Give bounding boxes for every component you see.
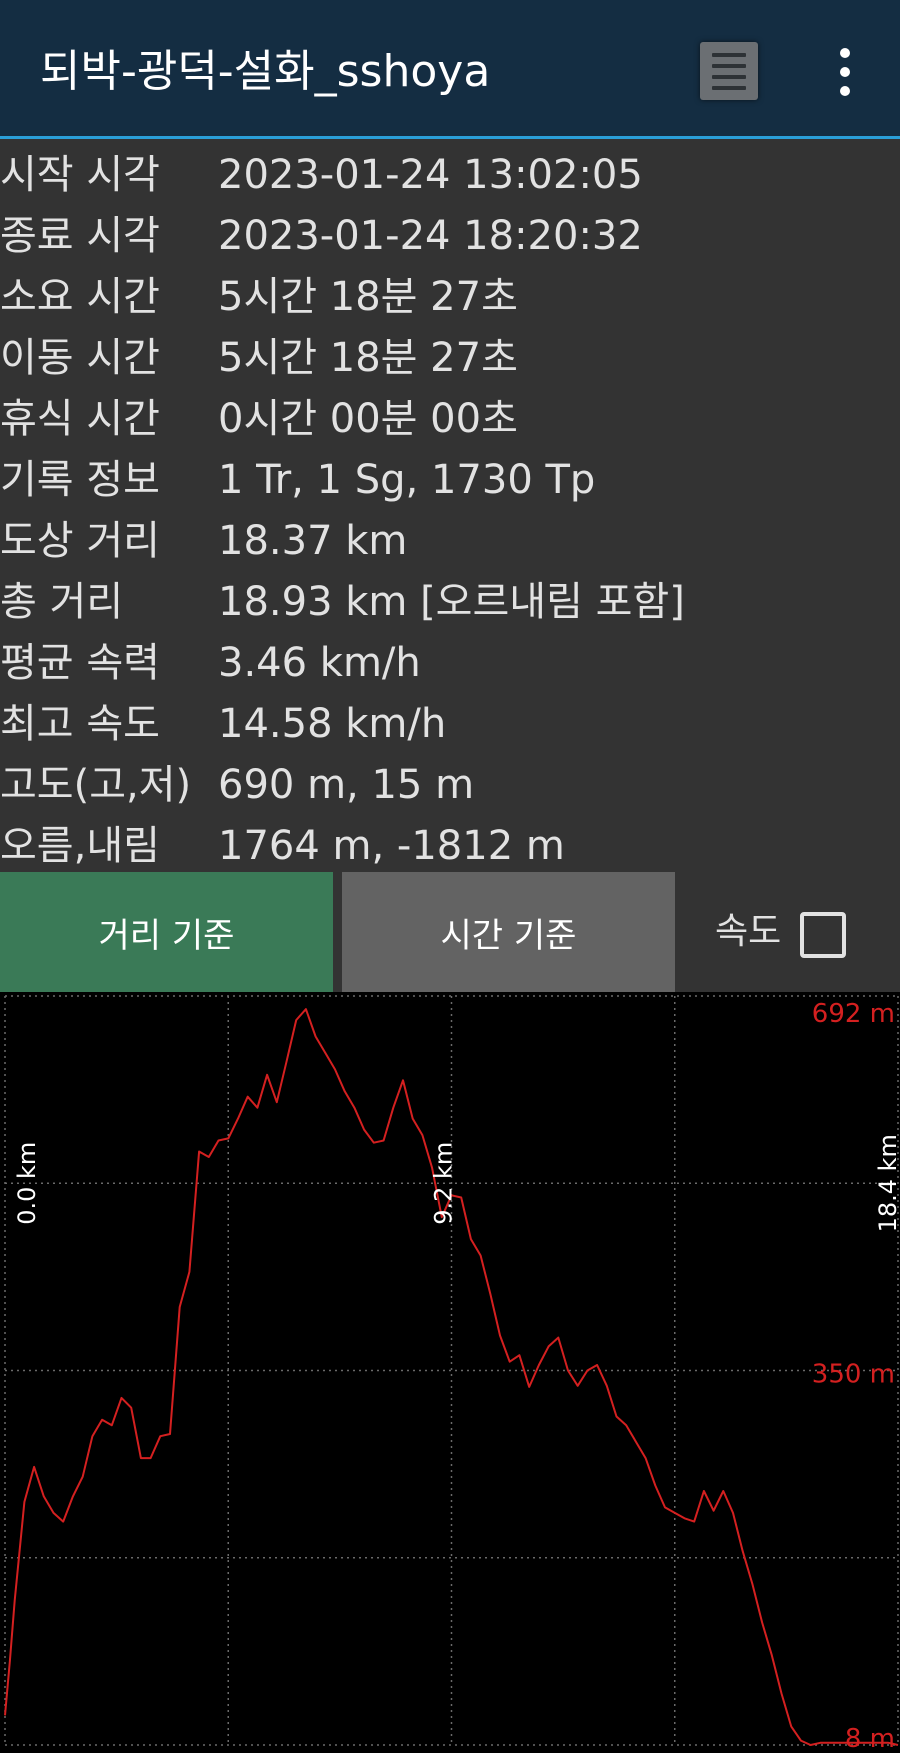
- elevation-chart-svg: 692 m 350 m 8 m 0.0 km 9.2 km 18.4 km: [4, 995, 900, 1753]
- stat-value: 690 m, 15 m: [218, 762, 475, 808]
- stat-altitude: 고도(고,저) 690 m, 15 m: [0, 755, 900, 816]
- speed-checkbox[interactable]: [800, 912, 846, 958]
- stat-label: 휴식 시간: [0, 396, 160, 442]
- x-tick-label: 18.4 km: [874, 1134, 900, 1232]
- stat-value: 1764 m, -1812 m: [218, 823, 565, 869]
- stat-map-distance: 도상 거리 18.37 km: [0, 511, 900, 572]
- y-tick-label: 692 m: [812, 999, 895, 1029]
- stat-label: 이동 시간: [0, 335, 160, 381]
- app-bar: 되박-광덕-설화_sshoya: [0, 0, 900, 139]
- stat-duration: 소요 시간 5시간 18분 27초: [0, 267, 900, 328]
- stat-value: 5시간 18분 27초: [218, 274, 518, 320]
- stat-moving-time: 이동 시간 5시간 18분 27초: [0, 328, 900, 389]
- stat-end-time: 종료 시각 2023-01-24 18:20:32: [0, 206, 900, 267]
- speed-toggle[interactable]: 속도: [700, 872, 900, 992]
- distance-mode-button[interactable]: 거리 기준: [0, 872, 333, 992]
- stat-value: 1 Tr, 1 Sg, 1730 Tp: [218, 457, 596, 503]
- stat-ascent-descent: 오름,내림 1764 m, -1812 m: [0, 816, 900, 877]
- stat-label: 평균 속력: [0, 640, 160, 686]
- track-stats: 시작 시각 2023-01-24 13:02:05 종료 시각 2023-01-24…: [0, 145, 900, 877]
- x-tick-label: 0.0 km: [13, 1142, 41, 1225]
- stat-value: 0시간 00분 00초: [218, 396, 518, 442]
- stat-value: 2023-01-24 18:20:32: [218, 213, 643, 259]
- more-vert-icon[interactable]: [830, 48, 860, 96]
- y-tick-label: 8 m: [845, 1724, 895, 1753]
- stat-value: 14.58 km/h: [218, 701, 447, 747]
- stat-total-distance: 총 거리 18.93 km [오르내림 포함]: [0, 572, 900, 633]
- stat-label: 오름,내림: [0, 823, 160, 869]
- stat-label: 소요 시간: [0, 274, 160, 320]
- stat-record-info: 기록 정보 1 Tr, 1 Sg, 1730 Tp: [0, 450, 900, 511]
- stat-start-time: 시작 시각 2023-01-24 13:02:05: [0, 145, 900, 206]
- stat-label: 고도(고,저): [0, 762, 192, 808]
- stat-label: 도상 거리: [0, 518, 160, 564]
- stat-rest-time: 휴식 시간 0시간 00분 00초: [0, 389, 900, 450]
- stat-label: 종료 시각: [0, 213, 160, 259]
- stat-label: 총 거리: [0, 579, 124, 625]
- stat-value: 2023-01-24 13:02:05: [218, 152, 643, 198]
- speed-label: 속도: [715, 911, 782, 952]
- stat-value: 18.93 km [오르내림 포함]: [218, 579, 685, 625]
- track-title: 되박-광덕-설화_sshoya: [40, 46, 491, 97]
- elevation-line: [4, 1008, 899, 1746]
- stat-max-speed: 최고 속도 14.58 km/h: [0, 694, 900, 755]
- stat-label: 기록 정보: [0, 457, 160, 503]
- stat-label: 시작 시각: [0, 152, 160, 198]
- y-tick-label: 350 m: [812, 1360, 895, 1390]
- x-tick-label: 9.2 km: [430, 1142, 458, 1225]
- list-icon[interactable]: [700, 42, 758, 100]
- elevation-chart: 692 m 350 m 8 m 0.0 km 9.2 km 18.4 km: [0, 992, 900, 1753]
- stat-average-speed: 평균 속력 3.46 km/h: [0, 633, 900, 694]
- stat-value: 3.46 km/h: [218, 640, 421, 686]
- stat-value: 18.37 km: [218, 518, 408, 564]
- stat-value: 5시간 18분 27초: [218, 335, 518, 381]
- stat-label: 최고 속도: [0, 701, 160, 747]
- time-mode-button[interactable]: 시간 기준: [342, 872, 675, 992]
